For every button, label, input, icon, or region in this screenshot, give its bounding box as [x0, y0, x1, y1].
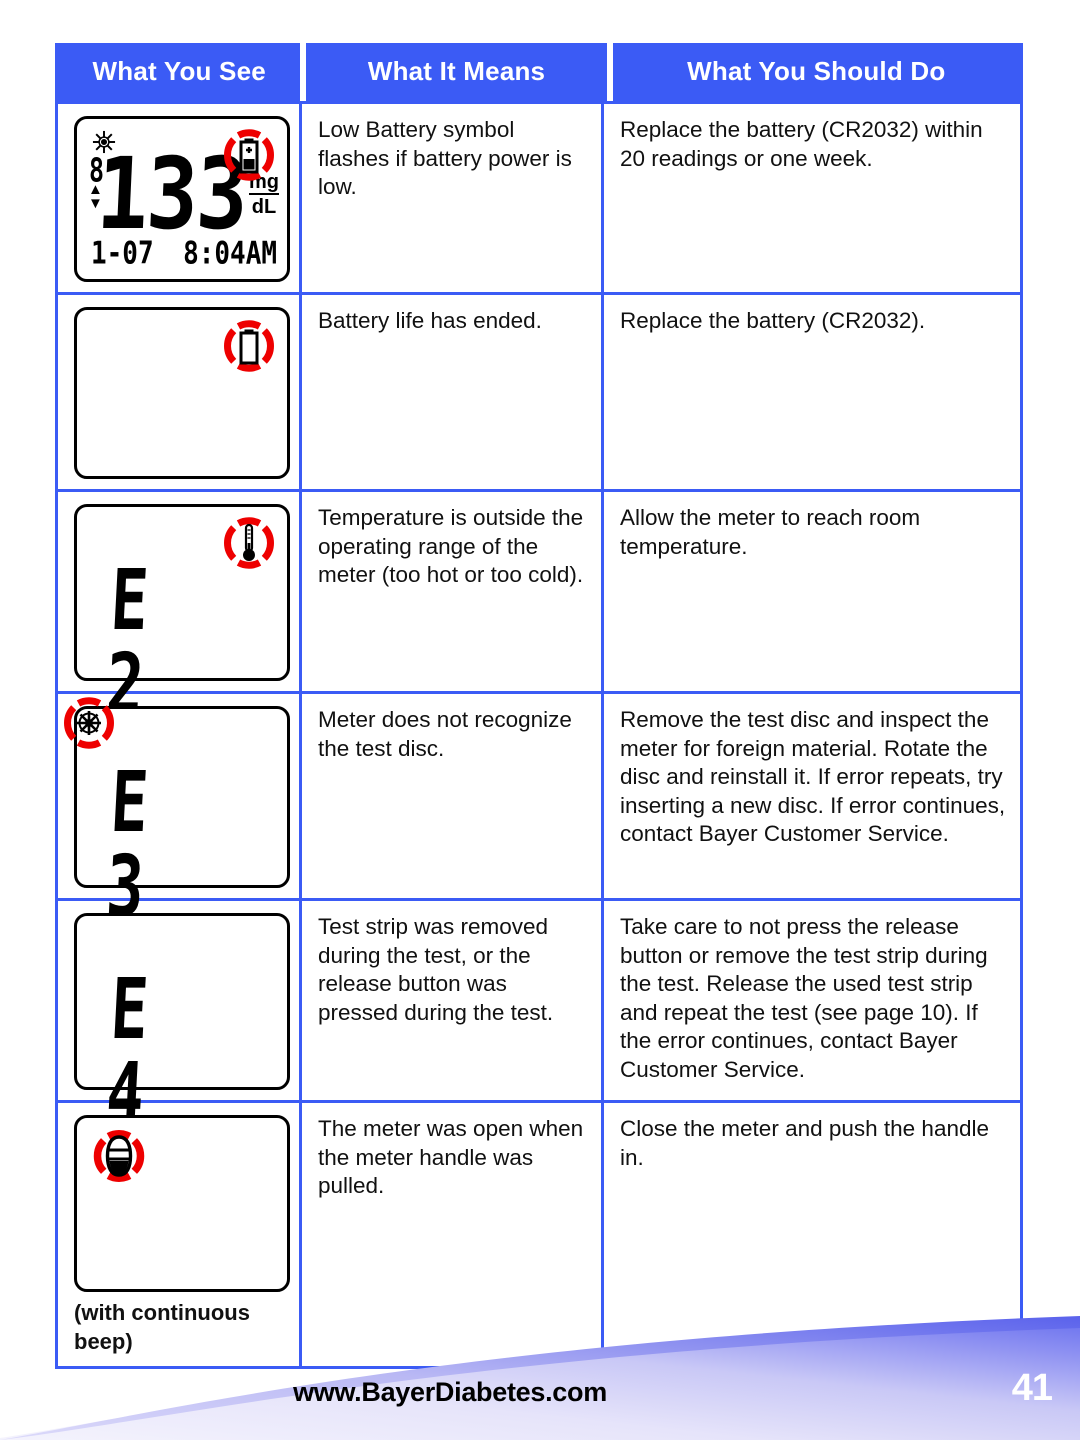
should-do-text: Take care to not press the release butto… [620, 914, 988, 1082]
cell-what-you-see: E 3 [58, 694, 302, 935]
meter-lcd-display: 8 ▲ ▼ 133 mg dL 1-07 8:04AM [74, 116, 290, 282]
lcd-datetime: 1-07 8:04AM [91, 236, 277, 272]
troubleshooting-table: What You See What It Means What You Shou… [55, 43, 1023, 1369]
cell-what-you-see: E 4 [58, 901, 302, 1142]
empty-battery-icon [239, 329, 259, 365]
meter-open-icon [105, 1135, 133, 1177]
meter-lcd-display: E 3 [64, 697, 290, 935]
cell-what-it-means: Meter does not recognize the test disc. [302, 694, 604, 898]
cell-what-you-should-do: Remove the test disc and inspect the met… [604, 694, 1017, 898]
should-do-text: Replace the battery (CR2032) within 20 r… [620, 117, 983, 171]
lcd-time: 8:04AM [183, 236, 277, 272]
means-text: Low Battery symbol flashes if battery po… [318, 117, 572, 200]
table-row: E 2 Temperature is outside the operating… [58, 489, 1020, 733]
meter-lcd-display: E 2 [74, 504, 290, 733]
should-do-text: Remove the test disc and inspect the met… [620, 707, 1006, 847]
lcd-date: 1-07 [91, 236, 154, 272]
test-disc-alert [61, 695, 117, 751]
cell-what-you-see: 8 ▲ ▼ 133 mg dL 1-07 8:04AM [58, 104, 302, 292]
test-disc-icon [77, 711, 101, 735]
column-header-what-you-see: What You See [58, 43, 301, 101]
unit-denominator: dL [249, 193, 279, 218]
page-footer: www.BayerDiabetes.com 41 [0, 1290, 1080, 1440]
should-do-text: Allow the meter to reach room temperatur… [620, 505, 921, 559]
cell-what-you-should-do: Replace the battery (CR2032) within 20 r… [604, 104, 1017, 292]
empty-battery-alert [221, 318, 277, 374]
means-text: Temperature is outside the operating ran… [318, 505, 584, 588]
cell-what-it-means: Battery life has ended. [302, 295, 604, 489]
cell-what-you-should-do: Replace the battery (CR2032). [604, 295, 1017, 489]
means-text: Battery life has ended. [318, 308, 542, 333]
should-do-text: Close the meter and push the handle in. [620, 1116, 989, 1170]
cell-what-it-means: Temperature is outside the operating ran… [302, 492, 604, 691]
website-url: www.BayerDiabetes.com [293, 1377, 607, 1407]
page: What You See What It Means What You Shou… [0, 0, 1080, 1440]
table-header-row: What You See What It Means What You Shou… [58, 43, 1020, 101]
cell-what-it-means: Low Battery symbol flashes if battery po… [302, 104, 604, 292]
cell-what-you-see: E 2 [58, 492, 302, 733]
page-number: 41 [1011, 1367, 1053, 1409]
meter-open-alert [91, 1128, 147, 1184]
table-row: E 3 Meter does not recognize the test di… [58, 691, 1020, 935]
cell-what-you-should-do: Allow the meter to reach room temperatur… [604, 492, 1017, 691]
means-text: Test strip was removed during the test, … [318, 914, 554, 1025]
meter-lcd-display [74, 307, 290, 479]
thermometer-icon [243, 523, 255, 561]
cell-what-you-see [58, 295, 302, 489]
means-text: The meter was open when the meter handle… [318, 1116, 584, 1199]
table-row: Battery life has ended. Replace the batt… [58, 292, 1020, 489]
column-header-what-you-should-do: What You Should Do [612, 43, 1020, 101]
cell-what-it-means: Test strip was removed during the test, … [302, 901, 604, 1100]
table-row: 8 ▲ ▼ 133 mg dL 1-07 8:04AM Low Battery … [58, 101, 1020, 292]
footer-swoosh-graphic [0, 1316, 1080, 1440]
low-battery-alert [221, 127, 277, 183]
low-battery-icon [239, 138, 259, 174]
should-do-text: Replace the battery (CR2032). [620, 308, 926, 333]
temperature-alert [221, 515, 277, 571]
table-row: E 4 Test strip was removed during the te… [58, 898, 1020, 1142]
meter-lcd-display [74, 1115, 290, 1292]
cell-what-you-should-do: Take care to not press the release butto… [604, 901, 1017, 1100]
means-text: Meter does not recognize the test disc. [318, 707, 572, 761]
column-header-what-it-means: What It Means [306, 43, 607, 101]
meter-lcd-display: E 4 [74, 913, 290, 1142]
